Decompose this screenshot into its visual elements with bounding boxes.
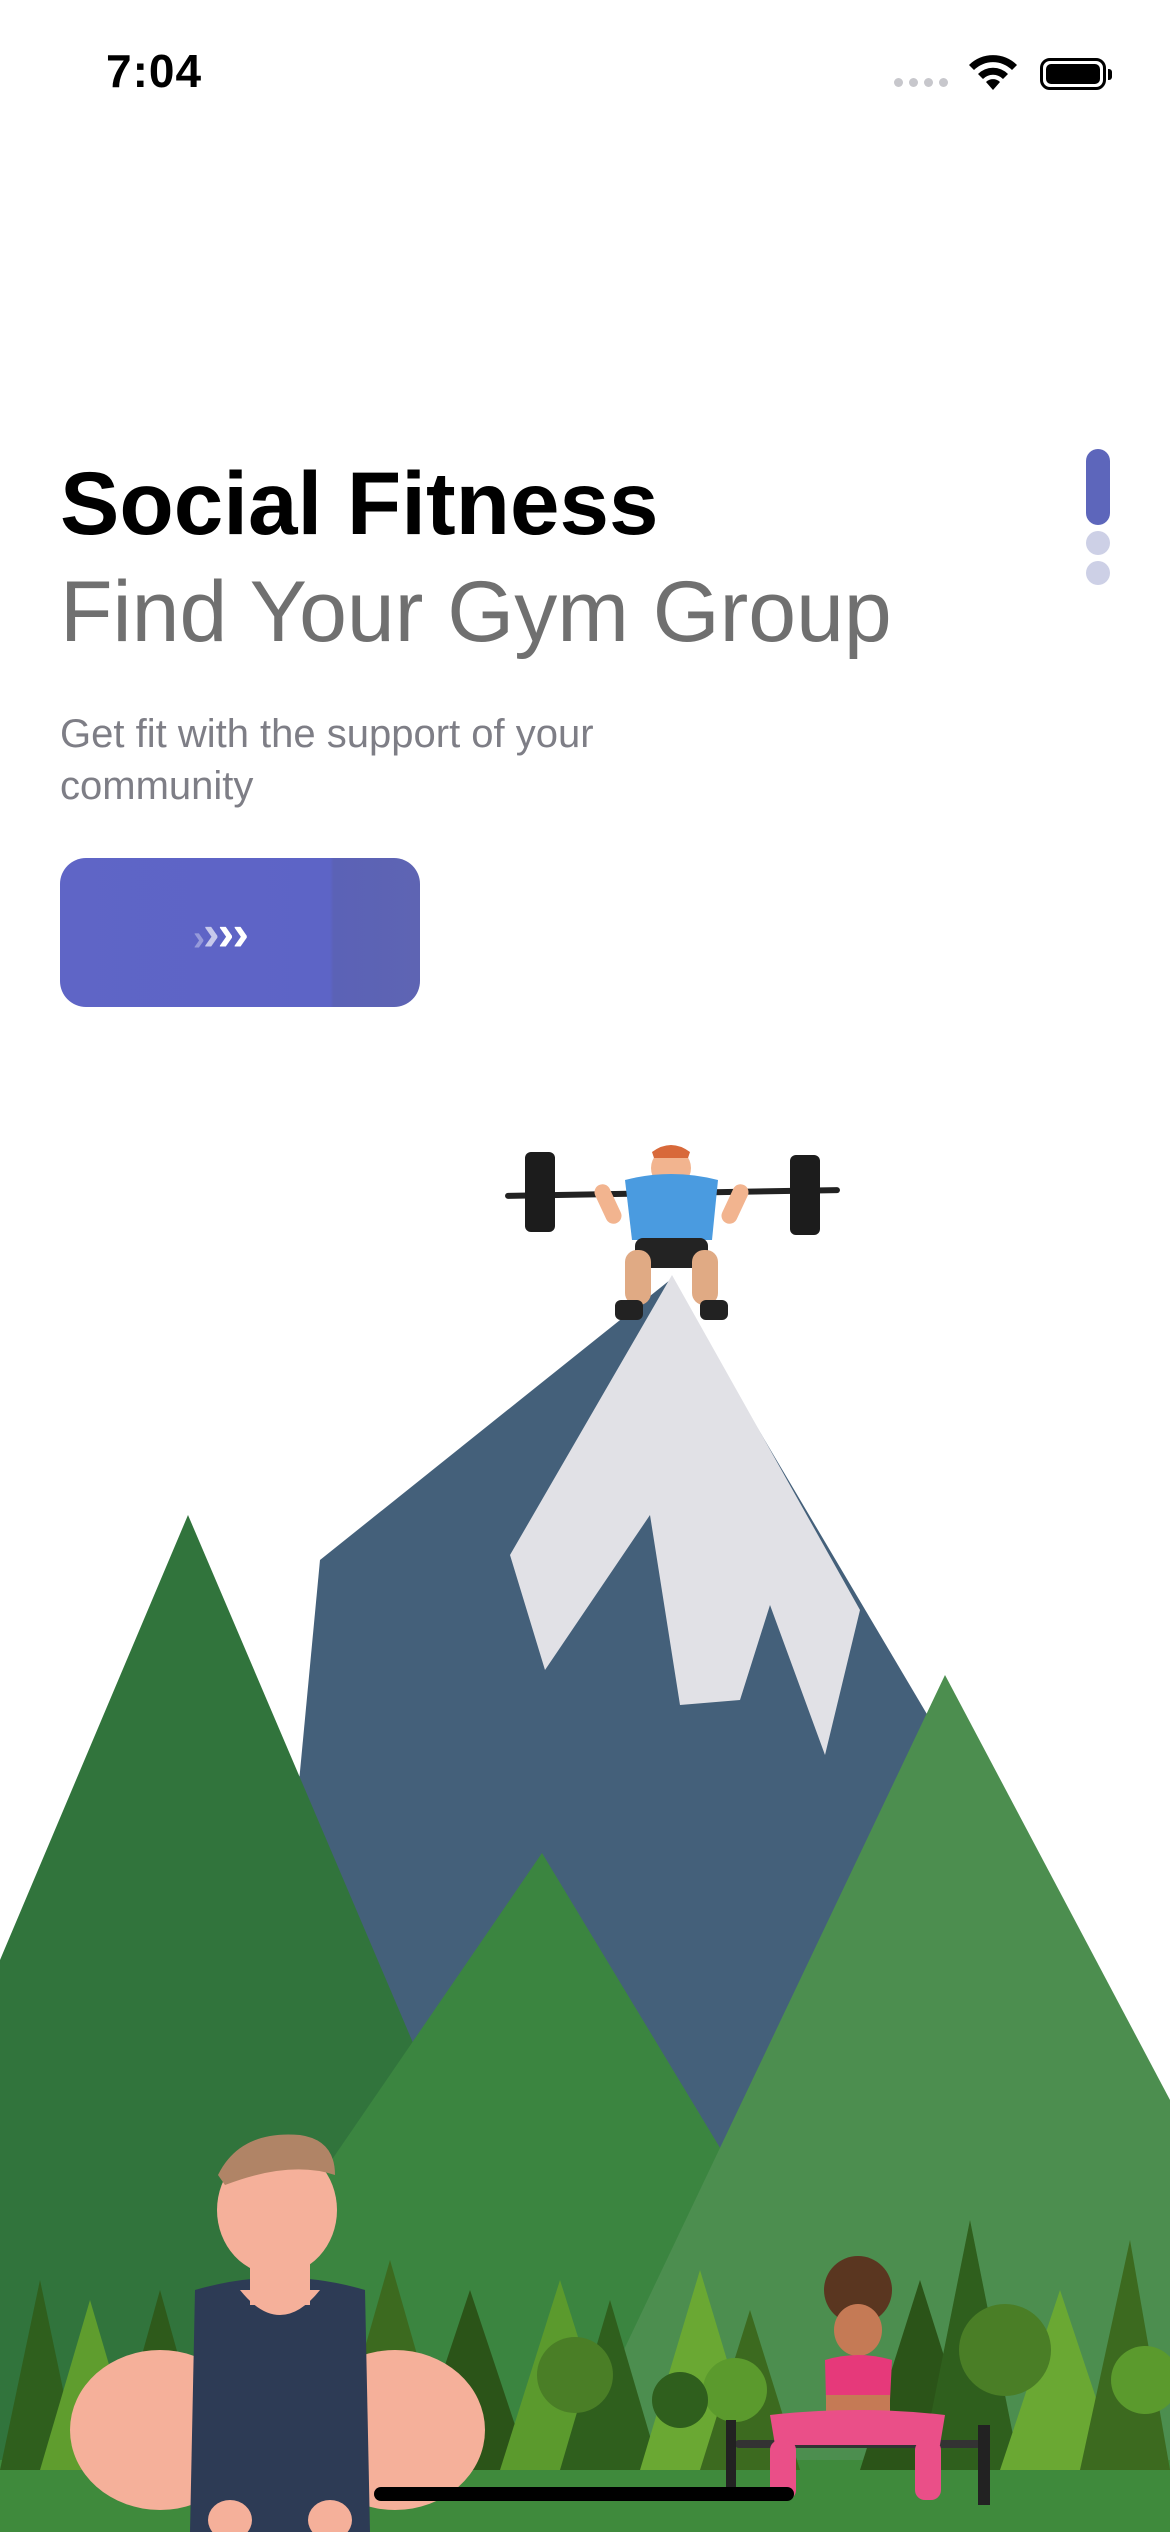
next-button[interactable]: ›››› (60, 858, 420, 1007)
fitness-illustration (0, 1145, 1170, 2532)
page-title: Social Fitness (60, 453, 659, 553)
page-indicator (1086, 449, 1112, 585)
page-indicator-active (1086, 449, 1110, 525)
page-description: Get fit with the support of your communi… (60, 712, 594, 808)
page-indicator-dot (1086, 531, 1110, 555)
page-indicator-dot (1086, 561, 1110, 585)
chevrons-right-icon: ›››› (193, 904, 249, 961)
battery-icon (1040, 58, 1112, 90)
status-bar: 7:04 (0, 0, 1170, 150)
home-indicator[interactable] (374, 2487, 794, 2501)
wifi-icon (969, 55, 1017, 90)
status-icons (894, 52, 1114, 98)
signal-icon (894, 78, 948, 87)
status-time: 7:04 (106, 45, 203, 97)
page-subtitle: Find Your Gym Group (60, 564, 892, 660)
